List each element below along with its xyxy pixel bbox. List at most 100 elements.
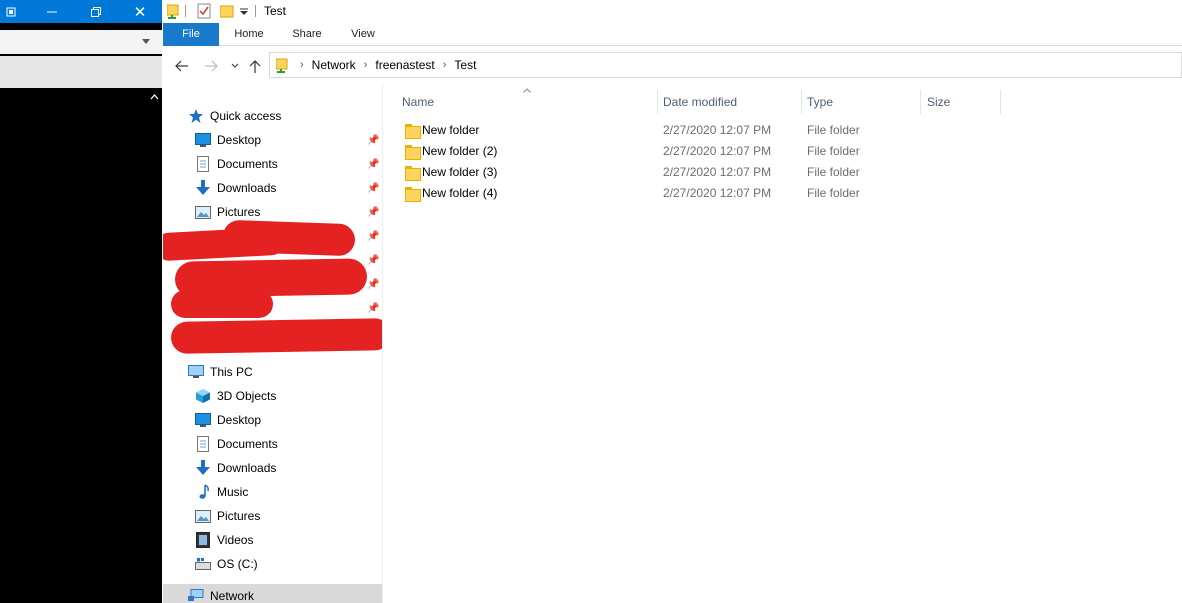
tab-file[interactable]: File	[163, 23, 219, 46]
tab-share[interactable]: Share	[281, 23, 333, 46]
pin-icon[interactable]: 📌	[367, 135, 379, 146]
chevron-down-icon[interactable]	[142, 39, 150, 44]
recent-locations-icon[interactable]	[231, 63, 239, 69]
column-header-name[interactable]: Name	[402, 92, 654, 112]
toolbar-divider	[185, 5, 186, 17]
file-date: 2/27/2020 12:07 PM	[663, 186, 772, 200]
properties-icon[interactable]	[197, 3, 211, 19]
file-type: File folder	[807, 123, 860, 137]
nav-item-label: Music	[217, 485, 249, 499]
up-icon[interactable]	[249, 59, 261, 73]
pin-icon[interactable]: 📌	[367, 159, 379, 170]
folder-icon	[405, 124, 421, 139]
network-icon	[187, 588, 205, 603]
nav-item-label: Pictures	[217, 509, 261, 523]
tab-home[interactable]: Home	[223, 23, 275, 46]
nav-item-label: Desktop	[217, 413, 262, 427]
nav-network[interactable]: Network	[163, 584, 382, 603]
redaction-mark	[171, 290, 273, 318]
pin-icon[interactable]: 📌	[367, 279, 379, 290]
nav-item-pictures[interactable]: Pictures	[194, 504, 260, 528]
file-type: File folder	[807, 165, 860, 179]
navigation-pane: Quick access Desktop 📌 Documents 📌 Downl…	[163, 84, 382, 603]
quick-access-toolbar: Test	[163, 0, 1182, 23]
nav-item-label: Documents	[217, 437, 278, 451]
back-icon[interactable]	[175, 60, 189, 72]
nav-item-documents[interactable]: Documents	[194, 152, 278, 176]
forward-icon[interactable]	[204, 60, 218, 72]
file-row[interactable]: New folder (3) 2/27/2020 12:07 PM File f…	[402, 162, 1002, 183]
window-title: Test	[264, 4, 287, 18]
breadcrumb-chevron-icon[interactable]: ›	[364, 59, 368, 71]
restore-icon[interactable]	[74, 0, 118, 23]
pin-icon[interactable]: 📌	[367, 183, 379, 194]
redaction-mark	[170, 318, 382, 354]
nav-network-label: Network	[210, 589, 255, 603]
pin-icon[interactable]: 📌	[367, 207, 379, 218]
breadcrumb-chevron-icon[interactable]: ›	[443, 59, 447, 71]
column-header-type[interactable]: Type	[807, 92, 919, 112]
network-folder-icon	[167, 4, 179, 19]
pin-icon[interactable]: 📌	[367, 303, 379, 314]
column-divider[interactable]	[1000, 90, 1001, 114]
file-explorer-window: Test File Home Share View › Network › fr…	[163, 0, 1182, 603]
file-row[interactable]: New folder (4) 2/27/2020 12:07 PM File f…	[402, 183, 1002, 204]
pictures-icon	[194, 508, 212, 524]
toolbar-divider	[255, 5, 256, 17]
videos-icon	[194, 532, 212, 548]
downloads-icon	[194, 180, 212, 196]
scroll-up-icon[interactable]	[150, 93, 159, 100]
nav-item-label: Pictures	[217, 205, 261, 219]
close-icon[interactable]: ✕	[118, 0, 162, 23]
file-row[interactable]: New folder (2) 2/27/2020 12:07 PM File f…	[402, 141, 1002, 162]
nav-this-pc[interactable]: This PC	[187, 360, 253, 384]
pictures-icon	[194, 204, 212, 220]
file-row[interactable]: New folder 2/27/2020 12:07 PM File folde…	[402, 120, 1002, 141]
column-divider[interactable]	[920, 90, 921, 114]
nav-item-desktop[interactable]: Desktop	[194, 128, 261, 152]
background-window-titlebar: ✕	[0, 0, 162, 23]
breadcrumb-chevron-icon[interactable]: ›	[300, 59, 304, 71]
network-location-icon	[276, 58, 288, 73]
minimize-icon[interactable]	[30, 0, 74, 23]
column-header-size[interactable]: Size	[927, 92, 999, 112]
downloads-icon	[194, 460, 212, 476]
nav-item-label: Downloads	[217, 181, 277, 195]
breadcrumb-network[interactable]: Network	[312, 58, 356, 72]
file-date: 2/27/2020 12:07 PM	[663, 144, 772, 158]
breadcrumb-test[interactable]: Test	[454, 58, 476, 72]
nav-item-3d-objects[interactable]: 3D Objects	[194, 384, 276, 408]
nav-item-documents[interactable]: Documents	[194, 432, 278, 456]
nav-item-videos[interactable]: Videos	[194, 528, 253, 552]
tab-view[interactable]: View	[337, 23, 389, 46]
folder-icon	[405, 145, 421, 160]
pin-icon[interactable]: 📌	[367, 231, 379, 242]
3d-objects-icon	[194, 388, 212, 404]
nav-quick-access[interactable]: Quick access	[187, 104, 281, 128]
column-divider[interactable]	[657, 90, 658, 114]
folder-icon	[405, 187, 421, 202]
file-date: 2/27/2020 12:07 PM	[663, 123, 772, 137]
file-list-pane: Name Date modified Type Size New folder …	[384, 84, 1182, 603]
nav-item-os-c[interactable]: OS (C:)	[194, 552, 258, 576]
column-divider[interactable]	[801, 90, 802, 114]
address-bar[interactable]: › Network › freenastest › Test	[269, 52, 1182, 78]
navigation-pane-scrollbar[interactable]	[382, 84, 383, 603]
pin-icon[interactable]: 📌	[367, 255, 379, 266]
nav-item-downloads[interactable]: Downloads	[194, 456, 276, 480]
column-header-date-modified[interactable]: Date modified	[663, 92, 801, 112]
desktop-icon	[194, 132, 212, 148]
nav-item-label: Downloads	[217, 461, 277, 475]
nav-item-music[interactable]: Music	[194, 480, 248, 504]
nav-item-desktop[interactable]: Desktop	[194, 408, 261, 432]
nav-item-label: Desktop	[217, 133, 262, 147]
breadcrumb-freenastest[interactable]: freenastest	[375, 58, 434, 72]
nav-item-downloads[interactable]: Downloads	[194, 176, 276, 200]
address-row: › Network › freenastest › Test	[163, 46, 1182, 84]
file-type: File folder	[807, 144, 860, 158]
new-folder-icon[interactable]	[220, 3, 234, 19]
customize-toolbar-icon[interactable]	[240, 8, 248, 16]
redaction-mark	[222, 219, 356, 257]
file-name: New folder	[422, 123, 480, 137]
ribbon-tabs: File Home Share View	[163, 23, 1182, 46]
